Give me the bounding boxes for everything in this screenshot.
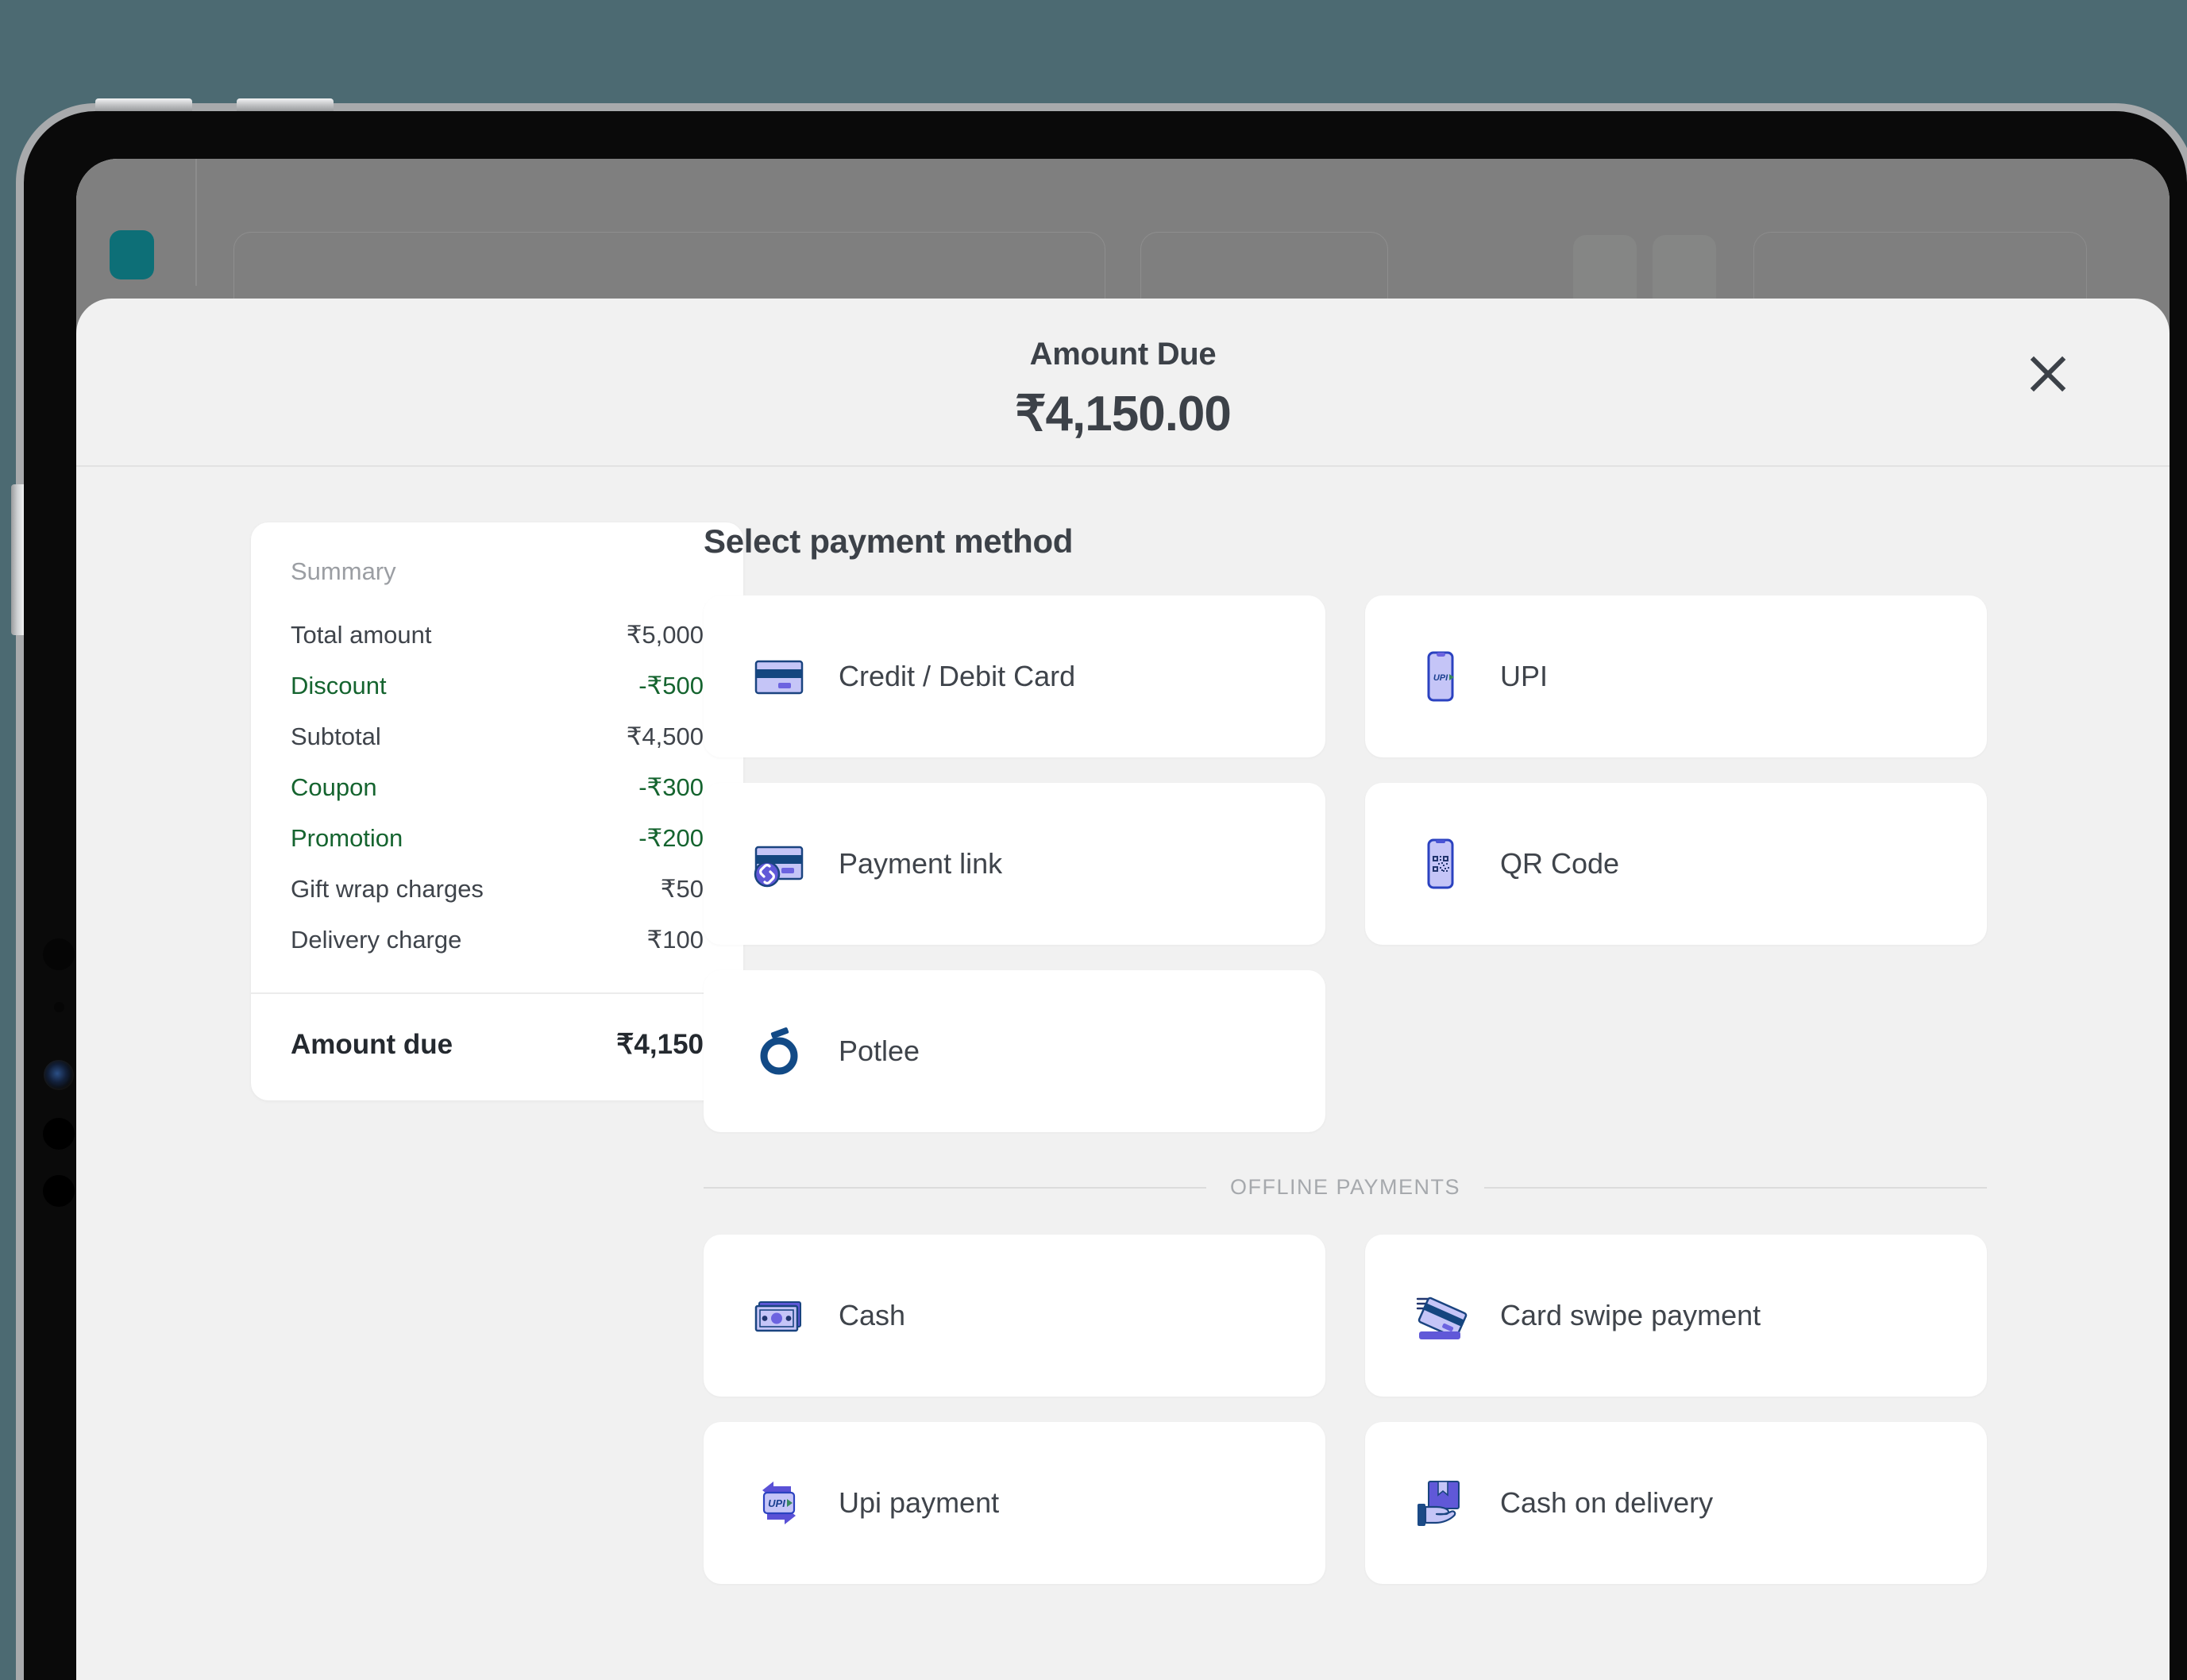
sensor-dot-icon [54, 1002, 64, 1012]
payment-method-label: Potlee [839, 1035, 920, 1067]
payment-link-icon [748, 833, 810, 895]
scene: Amount Due ₹4,150.00 Summary Total amoun… [0, 0, 2187, 1680]
payment-method-cash[interactable]: Cash [704, 1235, 1325, 1397]
sensor-dot-icon [43, 1118, 75, 1150]
modal-header: Amount Due ₹4,150.00 [76, 299, 2170, 467]
summary-row-label: Discount [291, 672, 387, 699]
offline-payments-label: OFFLINE PAYMENTS [1229, 1175, 1461, 1199]
summary-column: Summary Total amount ₹5,000 Discount -₹5… [76, 522, 743, 1584]
volume-up-button[interactable] [95, 98, 192, 111]
potlee-logo-icon [748, 1020, 810, 1082]
close-icon[interactable] [2022, 348, 2074, 400]
upi-transfer-icon: UPI [748, 1472, 810, 1534]
svg-text:UPI: UPI [1433, 673, 1448, 683]
summary-total-label: Amount due [291, 1029, 453, 1060]
modal-amount-due-value: ₹4,150.00 [1015, 387, 1232, 441]
credit-card-icon [748, 645, 810, 707]
payment-method-label: Upi payment [839, 1486, 1000, 1519]
summary-row-label: Delivery charge [291, 926, 462, 954]
app-logo-icon [110, 230, 154, 279]
tablet-device-frame: Amount Due ₹4,150.00 Summary Total amoun… [11, 98, 2187, 1680]
front-camera-icon [44, 1060, 74, 1090]
summary-row-label: Promotion [291, 824, 403, 852]
sensor-dot-icon [43, 1175, 75, 1207]
payment-method-upi-payment[interactable]: UPI Upi payment [704, 1422, 1325, 1584]
online-payment-grid: Credit / Debit Card UPI UPI Payment link… [704, 595, 1987, 1132]
payment-method-label: Cash on delivery [1500, 1486, 1714, 1519]
payment-method-credit-debit-card[interactable]: Credit / Debit Card [704, 595, 1325, 757]
grid-spacer [1365, 970, 1987, 1132]
summary-row-label: Total amount [291, 621, 432, 649]
payment-method-label: Credit / Debit Card [839, 660, 1076, 692]
payment-method-card-swipe[interactable]: Card swipe payment [1365, 1235, 1987, 1397]
payment-modal: Amount Due ₹4,150.00 Summary Total amoun… [76, 299, 2170, 1680]
tablet-screen: Amount Due ₹4,150.00 Summary Total amoun… [76, 159, 2170, 1680]
volume-down-button[interactable] [237, 98, 334, 111]
qr-phone-icon [1410, 833, 1472, 895]
hand-package-icon [1410, 1472, 1472, 1534]
offline-payment-grid: Cash Card swipe payment UPI Upi payment … [704, 1235, 1987, 1584]
summary-row-label: Gift wrap charges [291, 875, 484, 903]
payment-method-qr-code[interactable]: QR Code [1365, 783, 1987, 945]
card-swipe-icon [1410, 1285, 1472, 1347]
divider-line-left [704, 1186, 1206, 1189]
payment-method-label: UPI [1500, 660, 1549, 692]
topbar-divider [195, 159, 197, 286]
banknote-icon [748, 1285, 810, 1347]
payment-method-label: Cash [839, 1299, 906, 1331]
payment-method-label: Payment link [839, 847, 1003, 880]
payment-method-payment-link[interactable]: Payment link [704, 783, 1325, 945]
summary-row-label: Coupon [291, 773, 377, 801]
upi-phone-icon: UPI [1410, 645, 1472, 707]
modal-body: Summary Total amount ₹5,000 Discount -₹5… [76, 467, 2170, 1584]
payment-methods-column: Select payment method Credit / Debit Car… [569, 522, 2170, 1584]
payment-method-potlee[interactable]: Potlee [704, 970, 1325, 1132]
power-button[interactable] [11, 484, 24, 635]
modal-title: Amount Due [1029, 337, 1217, 372]
sensor-dot-icon [43, 938, 75, 970]
summary-row-label: Subtotal [291, 722, 381, 750]
svg-text:UPI: UPI [768, 1497, 785, 1509]
payment-method-upi[interactable]: UPI UPI [1365, 595, 1987, 757]
payment-method-label: QR Code [1500, 847, 1620, 880]
divider-line-right [1484, 1186, 1988, 1189]
offline-payments-divider: OFFLINE PAYMENTS [704, 1175, 1988, 1200]
payment-method-cash-on-delivery[interactable]: Cash on delivery [1365, 1422, 1987, 1584]
payment-methods-heading: Select payment method [704, 522, 1074, 560]
payment-method-label: Card swipe payment [1500, 1299, 1761, 1331]
